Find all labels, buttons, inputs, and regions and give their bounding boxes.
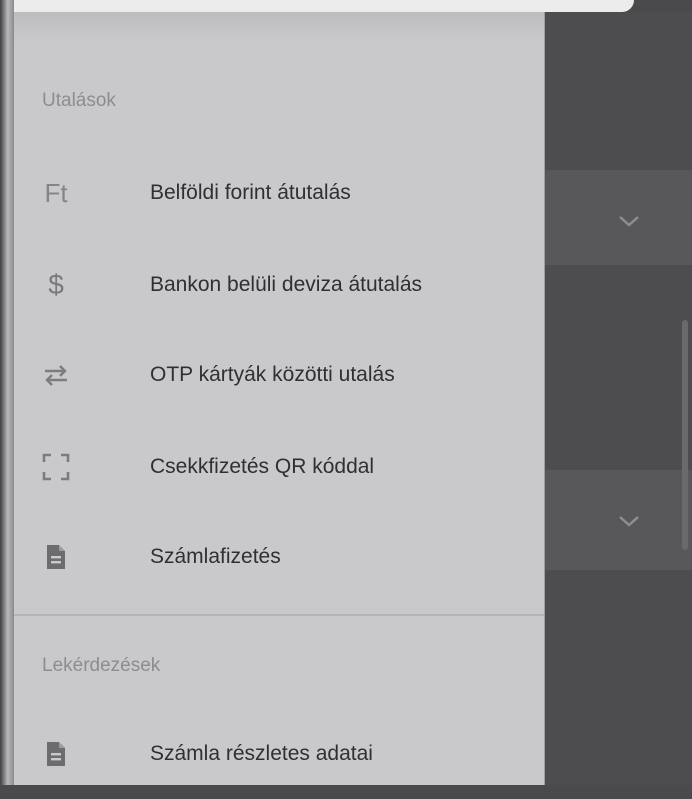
device-frame-edge	[0, 0, 14, 785]
background-scrollbar	[682, 320, 688, 550]
chevron-down-icon	[619, 216, 639, 227]
qr-scan-frame-icon	[14, 452, 106, 482]
document-icon	[14, 740, 106, 768]
menu-item-otp-kartyak-kozotti-utalas[interactable]: OTP kártyák közötti utalás	[14, 330, 544, 420]
menu-item-belfoldi-forint-atutalas[interactable]: Ft Belföldi forint átutalás	[14, 148, 544, 238]
section-divider	[14, 614, 544, 616]
drawer-top-strip	[14, 12, 544, 42]
section-header-lekerdezesek: Lekérdezések	[42, 655, 161, 676]
menu-item-label: Számla részletes adatai	[150, 742, 373, 765]
swap-arrows-icon	[14, 362, 106, 388]
forint-icon: Ft	[44, 177, 68, 208]
menu-item-label: Csekkfizetés QR kóddal	[150, 455, 375, 478]
menu-item-label: Belföldi forint átutalás	[150, 181, 351, 204]
menu-item-label: Bankon belüli deviza átutalás	[150, 273, 423, 296]
dollar-icon: $	[48, 269, 64, 300]
menu-item-deviza-atutalas[interactable]: $ Bankon belüli deviza átutalás	[14, 240, 544, 330]
chevron-down-icon	[619, 516, 639, 527]
menu-item-szamla-reszletes-adatai[interactable]: Számla részletes adatai	[14, 709, 544, 799]
document-icon	[14, 543, 106, 571]
menu-item-label: Számlafizetés	[150, 545, 281, 568]
top-sheet-edge	[14, 0, 634, 12]
menu-item-szamlafizetes[interactable]: Számlafizetés	[14, 512, 544, 602]
menu-item-csekkfizetes-qr[interactable]: Csekkfizetés QR kóddal	[14, 422, 544, 512]
navigation-drawer: Utalások Ft Belföldi forint átutalás $ B…	[14, 12, 545, 785]
section-header-utalasok: Utalások	[42, 90, 116, 111]
dimmed-background	[545, 12, 692, 785]
menu-item-label: OTP kártyák közötti utalás	[150, 363, 395, 386]
